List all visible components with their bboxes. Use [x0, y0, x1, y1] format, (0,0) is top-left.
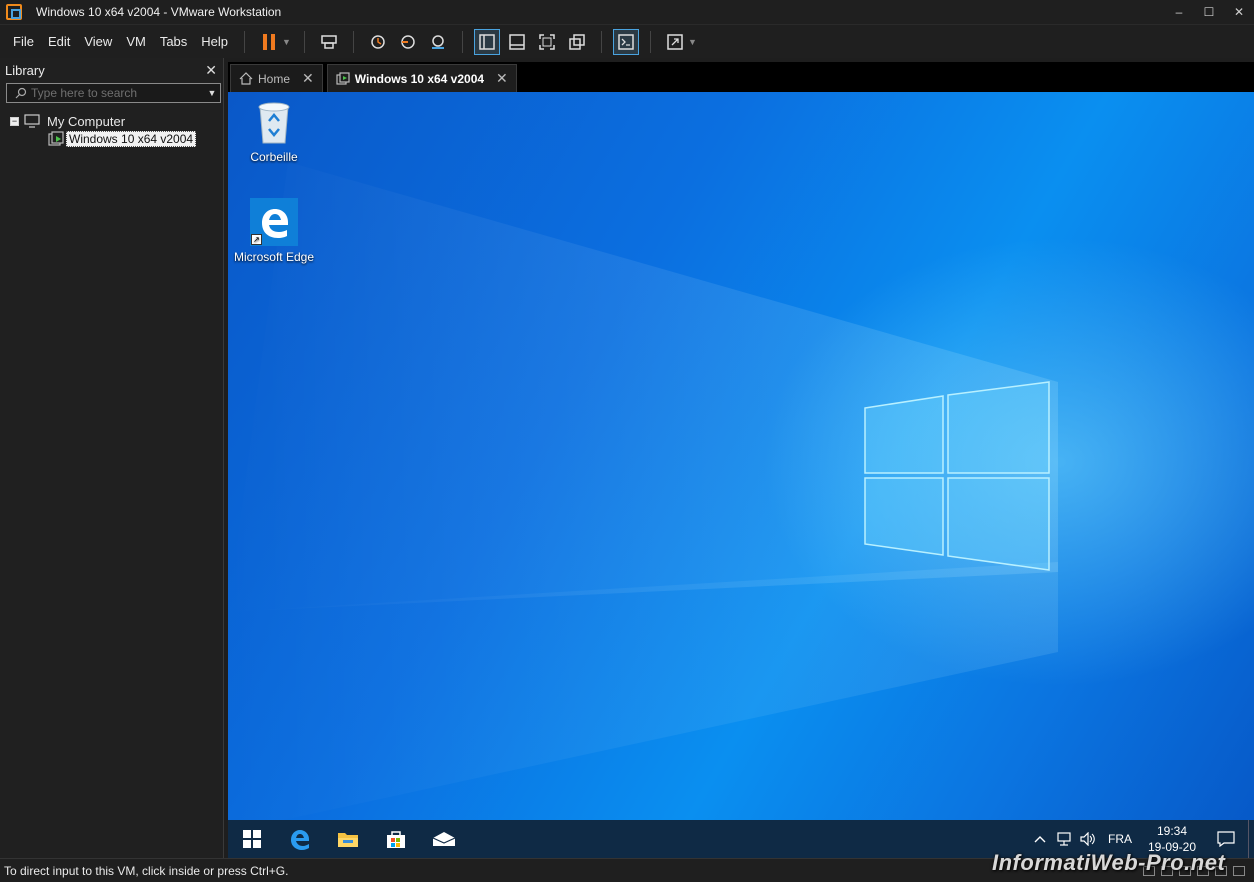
tab-label: Windows 10 x64 v2004 — [354, 71, 485, 86]
desktop-icon-label: Corbeille — [250, 150, 298, 164]
desktop-icon-recycle-bin[interactable]: Corbeille — [228, 98, 320, 164]
window-controls: – ☐ ✕ — [1164, 0, 1254, 25]
library-panel: Library ✕ ▼ − My Computer Windows 10 x64… — [0, 58, 224, 858]
taskbar-edge-button[interactable] — [276, 820, 324, 858]
tab-vm[interactable]: Windows 10 x64 v2004 ✕ — [326, 64, 517, 92]
show-library-icon[interactable] — [473, 28, 500, 55]
volume-icon[interactable] — [1077, 832, 1099, 846]
toolbar-separator — [352, 30, 354, 53]
console-view-icon[interactable] — [612, 28, 639, 55]
library-title: Library — [5, 62, 45, 78]
toolbar-separator — [600, 30, 602, 53]
mail-icon — [432, 832, 456, 846]
title-bar: Windows 10 x64 v2004 - VMware Workstatio… — [0, 0, 1254, 25]
running-vm-icon — [336, 71, 350, 86]
show-thumbnail-bar-icon[interactable] — [504, 29, 530, 55]
revert-snapshot-icon[interactable] — [395, 29, 421, 55]
stretch-dropdown-icon[interactable]: ▼ — [688, 37, 697, 47]
watermark: InformatiWeb-Pro.net — [992, 850, 1226, 875]
tab-home[interactable]: Home ✕ — [230, 64, 323, 92]
running-vm-icon — [48, 131, 64, 146]
menu-tabs[interactable]: Tabs — [153, 34, 194, 49]
window-title: Windows 10 x64 v2004 - VMware Workstatio… — [36, 5, 282, 19]
take-snapshot-icon[interactable] — [365, 29, 391, 55]
unity-icon[interactable] — [564, 29, 590, 55]
edge-icon — [291, 830, 309, 850]
taskbar-explorer-button[interactable] — [324, 820, 372, 858]
menu-toolbar: File Edit View VM Tabs Help ▼ ▼ — [0, 25, 1254, 58]
taskbar-mail-button[interactable] — [420, 820, 468, 858]
stretch-guest-icon[interactable] — [662, 29, 688, 55]
power-dropdown-icon[interactable]: ▼ — [282, 37, 291, 47]
snapshot-manager-icon[interactable] — [425, 29, 451, 55]
input-language[interactable]: FRA — [1100, 832, 1140, 846]
display-icon[interactable] — [1233, 865, 1245, 876]
library-search-box: ▼ — [6, 83, 221, 103]
recycle-bin-icon — [250, 98, 298, 146]
chevron-down-icon[interactable]: ▼ — [204, 88, 220, 98]
library-search-input[interactable] — [31, 84, 204, 102]
tab-close-icon[interactable]: ✕ — [496, 70, 508, 87]
pause-icon[interactable] — [256, 29, 282, 55]
library-close-icon[interactable]: ✕ — [205, 62, 217, 79]
tree-item-label: Windows 10 x64 v2004 — [66, 131, 197, 147]
taskbar-store-button[interactable] — [372, 820, 420, 858]
vmware-logo-icon — [6, 4, 22, 20]
desktop-icon-label: Microsoft Edge — [233, 250, 315, 264]
collapse-toggle[interactable]: − — [10, 116, 19, 126]
close-button[interactable]: ✕ — [1224, 0, 1254, 25]
show-desktop-button[interactable] — [1248, 820, 1254, 858]
tab-label: Home — [258, 71, 291, 86]
action-center-icon[interactable] — [1204, 831, 1248, 847]
full-screen-icon[interactable] — [534, 29, 560, 55]
search-icon — [15, 87, 27, 99]
send-ctrl-alt-del-icon[interactable] — [316, 29, 342, 55]
desktop-icon-edge[interactable]: ↗ Microsoft Edge — [228, 198, 320, 264]
library-header: Library ✕ — [0, 58, 223, 82]
folder-icon — [338, 833, 358, 847]
guest-desktop[interactable]: Corbeille ↗ Microsoft Edge FRA 19:34 19-… — [228, 92, 1254, 858]
menu-file[interactable]: File — [6, 34, 41, 49]
minimize-button[interactable]: – — [1164, 0, 1194, 25]
windows-start-icon — [243, 830, 261, 848]
computer-icon — [24, 114, 40, 128]
network-icon[interactable] — [1053, 832, 1075, 846]
toolbar-separator — [461, 30, 463, 53]
menu-help[interactable]: Help — [194, 34, 235, 49]
menu-vm[interactable]: VM — [119, 34, 153, 49]
windows-wallpaper — [228, 162, 1058, 832]
toolbar-separator — [649, 30, 651, 53]
clock-time: 19:34 — [1156, 824, 1188, 838]
edge-icon: ↗ — [250, 198, 298, 246]
tab-close-icon[interactable]: ✕ — [302, 70, 314, 87]
tree-item-vm[interactable]: Windows 10 x64 v2004 — [10, 130, 223, 148]
shortcut-arrow-icon: ↗ — [251, 234, 262, 245]
status-text: To direct input to this VM, click inside… — [4, 863, 289, 878]
maximize-button[interactable]: ☐ — [1194, 0, 1224, 25]
tree-item-my-computer[interactable]: − My Computer — [10, 112, 223, 130]
chevron-up-icon[interactable] — [1029, 835, 1051, 843]
start-button[interactable] — [228, 820, 276, 858]
store-icon — [387, 831, 405, 848]
menu-edit[interactable]: Edit — [41, 34, 77, 49]
tab-strip: Home ✕ Windows 10 x64 v2004 ✕ — [228, 62, 1254, 92]
toolbar-separator — [303, 30, 305, 53]
menu-view[interactable]: View — [77, 34, 119, 49]
tree-item-label: My Computer — [47, 113, 126, 129]
toolbar-separator — [244, 30, 246, 53]
library-tree: − My Computer Windows 10 x64 v2004 — [0, 112, 223, 148]
home-icon — [239, 72, 253, 85]
